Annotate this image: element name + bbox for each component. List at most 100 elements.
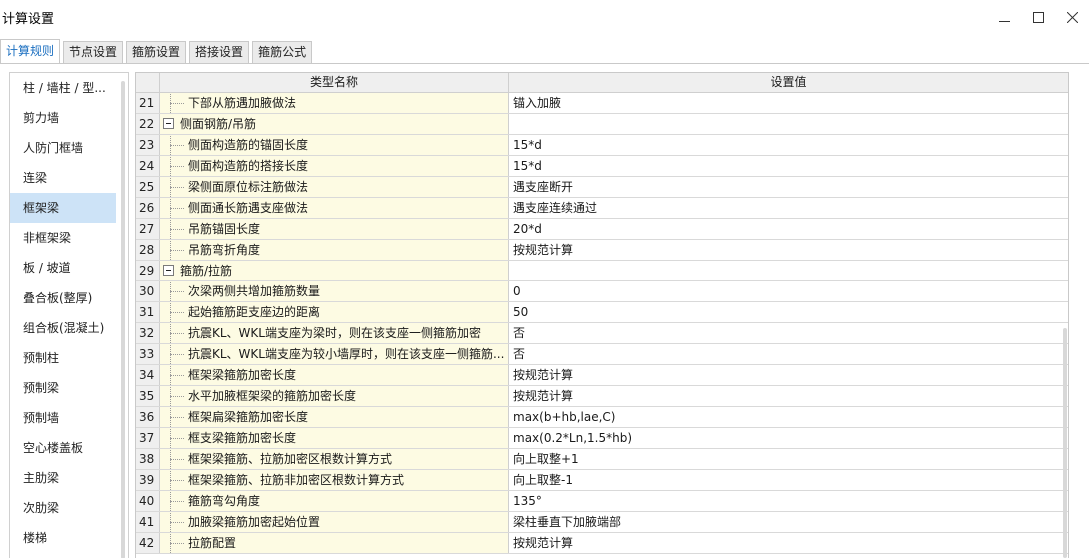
- table-row[interactable]: 25 梁侧面原位标注筋做法 遇支座断开: [136, 176, 1068, 198]
- setting-name-cell: 框架梁箍筋、拉筋加密区根数计算方式: [160, 448, 509, 469]
- column-header-value[interactable]: 设置值: [509, 73, 1068, 92]
- row-number: 23: [136, 134, 160, 155]
- tab-2[interactable]: 箍筋设置: [126, 41, 187, 63]
- setting-value[interactable]: 按规范计算: [509, 365, 1068, 386]
- table-row[interactable]: 39 框架梁箍筋、拉筋非加密区根数计算方式 向上取整-1: [136, 469, 1068, 491]
- sidebar-item[interactable]: 楼梯: [10, 523, 128, 553]
- table-row[interactable]: 41 加腋梁箍筋加密起始位置 梁柱垂直下加腋端部: [136, 511, 1068, 533]
- table-row[interactable]: 21 下部从筋遇加腋做法 锚入加腋: [136, 93, 1068, 114]
- table-row[interactable]: 27 吊筋锚固长度 20*d: [136, 218, 1068, 240]
- group-row[interactable]: 22 侧面钢筋/吊筋: [136, 113, 1068, 135]
- sidebar-scrollbar[interactable]: [121, 81, 125, 558]
- table-row[interactable]: 23 侧面构造筋的锚固长度 15*d: [136, 134, 1068, 156]
- tree-line-icon: [160, 490, 188, 511]
- table-row[interactable]: 30 次梁两侧共增加箍筋数量 0: [136, 281, 1068, 303]
- row-number: 35: [136, 386, 160, 407]
- setting-name-cell: 框架扁梁箍筋加密长度: [160, 407, 509, 427]
- setting-value[interactable]: 锚入加腋: [509, 93, 1068, 113]
- minimize-icon[interactable]: [987, 0, 1021, 34]
- setting-name-cell: 拉筋配置: [160, 532, 509, 553]
- setting-value[interactable]: 20*d: [509, 218, 1068, 239]
- tree-line-icon: [160, 197, 188, 218]
- setting-value[interactable]: 向上取整+1: [509, 448, 1068, 469]
- table-row[interactable]: 28 吊筋弯折角度 按规范计算: [136, 239, 1068, 261]
- setting-value[interactable]: 按规范计算: [509, 532, 1068, 553]
- setting-name: 箍筋/拉筋: [180, 263, 233, 278]
- tree-line-icon: [160, 344, 188, 365]
- row-number: 33: [136, 344, 160, 365]
- tab-3[interactable]: 搭接设置: [189, 41, 250, 63]
- sidebar-item[interactable]: 空心楼盖板: [10, 433, 128, 463]
- setting-value[interactable]: [509, 260, 1068, 281]
- setting-value[interactable]: 15*d: [509, 155, 1068, 176]
- sidebar-item[interactable]: 预制墙: [10, 403, 128, 433]
- setting-value[interactable]: 按规范计算: [509, 239, 1068, 260]
- row-number: 39: [136, 469, 160, 490]
- sidebar-item[interactable]: 剪力墙: [10, 103, 128, 133]
- tree-line-icon: [160, 155, 188, 176]
- sidebar-item[interactable]: 连梁: [10, 163, 128, 193]
- collapse-icon[interactable]: [163, 264, 174, 276]
- setting-value[interactable]: 否: [509, 323, 1068, 344]
- sidebar-item[interactable]: 组合板(混凝土): [10, 313, 128, 343]
- setting-value[interactable]: 50: [509, 302, 1068, 323]
- window-title: 计算设置: [2, 12, 55, 27]
- row-number: 34: [136, 365, 160, 386]
- setting-value[interactable]: max(b+hb,lae,C): [509, 407, 1068, 427]
- setting-value[interactable]: [509, 113, 1068, 134]
- setting-value[interactable]: 否: [509, 344, 1068, 365]
- close-icon[interactable]: [1055, 0, 1089, 34]
- table-row[interactable]: 34 框架梁箍筋加密长度 按规范计算: [136, 365, 1068, 387]
- sidebar-item[interactable]: 预制柱: [10, 343, 128, 373]
- maximize-icon[interactable]: [1021, 0, 1055, 34]
- setting-value[interactable]: 按规范计算: [509, 386, 1068, 407]
- table-row[interactable]: 35 水平加腋框架梁的箍筋加密长度 按规范计算: [136, 386, 1068, 408]
- table-row[interactable]: 31 起始箍筋距支座边的距离 50: [136, 302, 1068, 324]
- table-row[interactable]: 38 框架梁箍筋、拉筋加密区根数计算方式 向上取整+1: [136, 448, 1068, 470]
- setting-name-cell: 梁侧面原位标注筋做法: [160, 176, 509, 197]
- collapse-icon[interactable]: [163, 117, 174, 129]
- setting-value[interactable]: 135°: [509, 490, 1068, 511]
- sidebar-item[interactable]: 框架梁: [10, 193, 116, 223]
- tab-4[interactable]: 箍筋公式: [252, 41, 313, 63]
- setting-value[interactable]: max(0.2*Ln,1.5*hb): [509, 428, 1068, 448]
- tab-1[interactable]: 节点设置: [63, 41, 124, 63]
- setting-name-cell: 吊筋弯折角度: [160, 239, 509, 260]
- table-row[interactable]: 32 抗震KL、WKL端支座为梁时，则在该支座一侧箍筋加密 否: [136, 323, 1068, 345]
- tree-line-icon: [160, 511, 188, 532]
- table-row[interactable]: 37 框支梁箍筋加密长度 max(0.2*Ln,1.5*hb): [136, 428, 1068, 449]
- setting-value[interactable]: 梁柱垂直下加腋端部: [509, 511, 1068, 532]
- table-row[interactable]: 24 侧面构造筋的搭接长度 15*d: [136, 155, 1068, 177]
- tree-line-icon: [160, 93, 188, 113]
- setting-name: 侧面构造筋的搭接长度: [188, 158, 309, 173]
- table-row[interactable]: 26 侧面通长筋遇支座做法 遇支座连续通过: [136, 197, 1068, 219]
- table-row[interactable]: 40 箍筋弯勾角度 135°: [136, 490, 1068, 512]
- setting-value[interactable]: 遇支座断开: [509, 176, 1068, 197]
- sidebar-item[interactable]: 次肋梁: [10, 493, 128, 523]
- table-row[interactable]: 33 抗震KL、WKL端支座为较小墙厚时，则在该支座一侧箍筋... 否: [136, 344, 1068, 366]
- sidebar-item[interactable]: 非框架梁: [10, 223, 128, 253]
- sidebar-item[interactable]: 叠合板(整厚): [10, 283, 128, 313]
- sidebar-item[interactable]: 板 / 坡道: [10, 253, 128, 283]
- tree-line-icon: [160, 469, 188, 490]
- tab-0[interactable]: 计算规则: [0, 39, 61, 63]
- setting-name-cell: 侧面通长筋遇支座做法: [160, 197, 509, 218]
- sidebar-item[interactable]: 预制梁: [10, 373, 128, 403]
- sidebar-item[interactable]: 人防门框墙: [10, 133, 128, 163]
- setting-name: 抗震KL、WKL端支座为较小墙厚时，则在该支座一侧箍筋...: [188, 347, 505, 362]
- row-number: 22: [136, 113, 160, 134]
- group-row[interactable]: 29 箍筋/拉筋: [136, 260, 1068, 282]
- sidebar-item[interactable]: 柱 / 墙柱 / 型...: [10, 73, 128, 103]
- table-row[interactable]: 36 框架扁梁箍筋加密长度 max(b+hb,lae,C): [136, 407, 1068, 428]
- column-header-name[interactable]: 类型名称: [160, 73, 509, 92]
- setting-name: 框架梁箍筋加密长度: [188, 368, 297, 383]
- sidebar-item[interactable]: 主肋梁: [10, 463, 128, 493]
- setting-value[interactable]: 向上取整-1: [509, 469, 1068, 490]
- table-row[interactable]: 42 拉筋配置 按规范计算: [136, 532, 1068, 554]
- setting-value[interactable]: 0: [509, 281, 1068, 302]
- setting-value[interactable]: 遇支座连续通过: [509, 197, 1068, 218]
- setting-value[interactable]: 15*d: [509, 134, 1068, 155]
- settings-grid: 类型名称 设置值 21 下部从筋遇加腋做法 锚入加腋 22 侧面钢筋/吊筋 23 侧面构造筋…: [135, 72, 1069, 558]
- setting-name-cell: 起始箍筋距支座边的距离: [160, 302, 509, 323]
- grid-scrollbar[interactable]: [1063, 328, 1067, 558]
